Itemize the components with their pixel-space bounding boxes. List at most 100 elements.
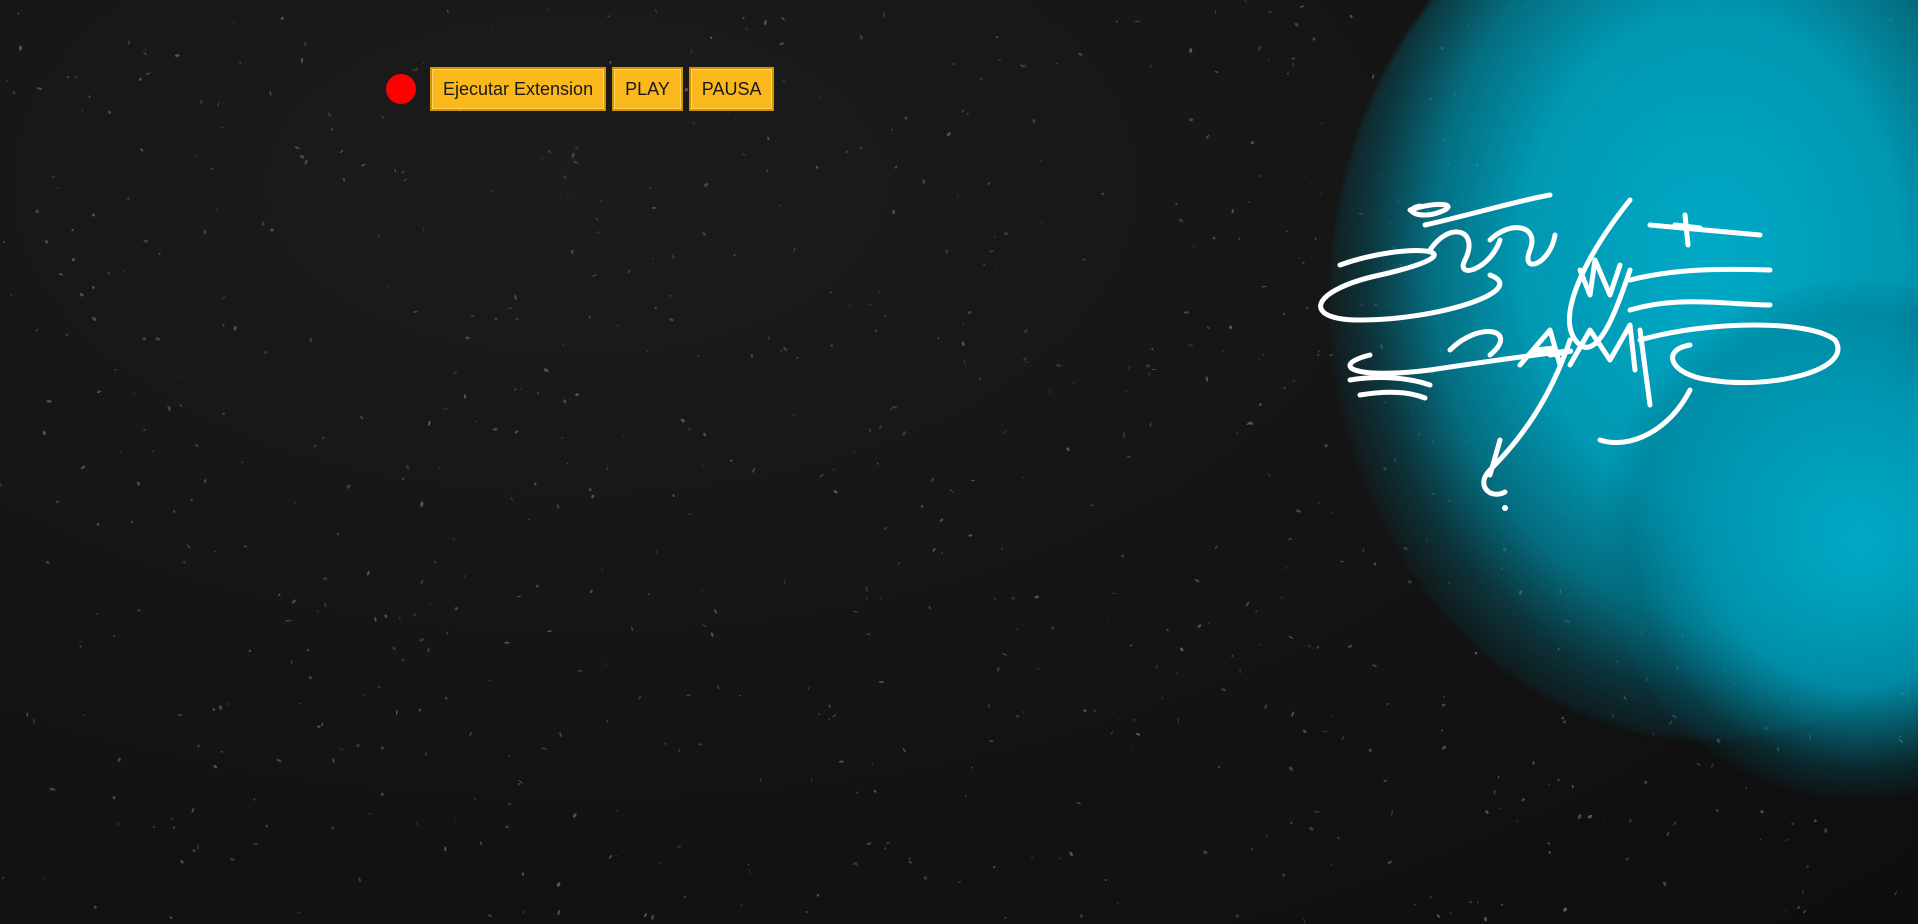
speckle [793, 247, 796, 252]
speckle [672, 494, 675, 498]
speckle [1493, 790, 1496, 795]
speckle [845, 150, 849, 154]
speckle [651, 206, 656, 209]
speckle [1797, 906, 1800, 909]
record-indicator-icon[interactable] [386, 74, 416, 104]
speckle [1303, 918, 1306, 924]
speckle [253, 798, 256, 801]
speckle [588, 316, 591, 319]
speckle [878, 680, 885, 684]
speckle [424, 752, 428, 756]
speckle [114, 368, 117, 371]
speckle [269, 91, 272, 96]
speckle [1188, 118, 1194, 122]
speckle [508, 307, 513, 309]
speckle [126, 197, 130, 200]
speckle [869, 303, 872, 305]
speckle [1499, 807, 1502, 810]
speckle [1337, 836, 1340, 840]
speckle [764, 20, 767, 25]
speckle [1331, 715, 1333, 717]
speckle [1069, 851, 1074, 857]
speckle [993, 598, 997, 600]
speckle [1079, 914, 1084, 918]
speckle [1032, 118, 1035, 124]
speckle [1131, 748, 1133, 751]
speckle [488, 679, 491, 682]
speckle [304, 159, 308, 165]
speckle [1214, 71, 1219, 73]
speckle [1285, 230, 1289, 233]
speckle [1663, 881, 1667, 887]
speckle [1231, 208, 1234, 214]
speckle [232, 21, 236, 24]
speckle [278, 593, 281, 597]
run-extension-button[interactable]: Ejecutar Extension [430, 67, 607, 111]
speckle [945, 249, 949, 254]
play-button[interactable]: PLAY [612, 67, 683, 111]
speckle [1148, 371, 1151, 376]
speckle [192, 849, 197, 853]
speckle [1110, 731, 1114, 735]
speckle [815, 166, 819, 169]
speckle [1372, 74, 1375, 79]
speckle [1563, 720, 1567, 724]
speckle [690, 48, 693, 54]
speckle [818, 713, 820, 716]
speckle [26, 712, 29, 717]
speckle [81, 109, 84, 114]
speckle [3, 240, 5, 243]
speckle [443, 408, 448, 410]
speckle [563, 175, 567, 179]
speckle [1235, 914, 1240, 918]
speckle [416, 822, 418, 826]
speckle [701, 624, 707, 628]
speckle [1285, 567, 1288, 569]
speckle [958, 881, 962, 883]
pause-button[interactable]: PAUSA [688, 67, 775, 111]
speckle [42, 877, 45, 880]
speckle [556, 882, 561, 887]
speckle [285, 620, 290, 622]
speckle [1206, 134, 1210, 139]
speckle [195, 444, 198, 447]
speckle [703, 432, 706, 437]
speckle [96, 612, 98, 615]
speckle [494, 317, 498, 320]
speckle [961, 341, 965, 347]
speckle [729, 459, 733, 462]
speckle [367, 570, 370, 576]
extension-toolbar: Ejecutar Extension PLAY PAUSA [386, 67, 775, 111]
speckle [197, 844, 199, 850]
speckle [65, 333, 69, 337]
speckle [36, 87, 43, 90]
speckle [1500, 903, 1504, 906]
speckle [491, 28, 494, 30]
speckle [698, 743, 703, 746]
speckle [1791, 822, 1795, 825]
speckle [1413, 903, 1417, 906]
speckle [883, 12, 886, 18]
speckle [213, 764, 218, 769]
speckle [10, 293, 13, 297]
speckle [322, 577, 328, 581]
speckle [735, 118, 737, 121]
speckle [521, 872, 524, 876]
speckle [261, 221, 265, 226]
speckle [669, 318, 674, 322]
speckle [1291, 57, 1296, 60]
speckle [829, 291, 832, 294]
speckle [74, 76, 79, 79]
speckle [932, 547, 936, 552]
speckle [505, 825, 510, 829]
speckle [1383, 779, 1388, 783]
speckle [1267, 57, 1270, 62]
speckle [264, 350, 268, 355]
speckle [631, 627, 634, 632]
speckle [1368, 748, 1372, 752]
speckle [1290, 821, 1293, 825]
speckle [1516, 820, 1519, 823]
speckle [1034, 595, 1040, 599]
speckle [455, 817, 457, 820]
speckle [1048, 389, 1051, 395]
